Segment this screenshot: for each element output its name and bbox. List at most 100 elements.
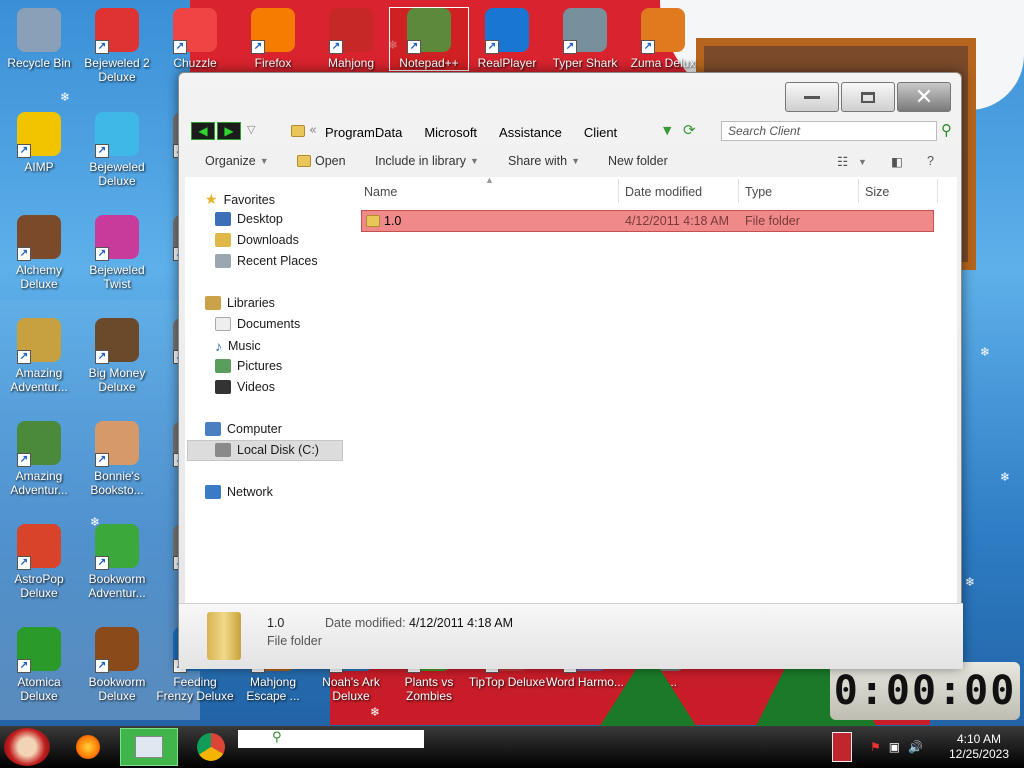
organize-button[interactable]: Organize ▼ (205, 154, 269, 168)
breadcrumb-programdata[interactable]: ProgramData (325, 125, 402, 140)
new-folder-button[interactable]: New folder (608, 154, 668, 168)
desktop-icon-chuzzle[interactable]: ↗ Chuzzle (156, 8, 234, 70)
explorer-icon (135, 736, 163, 758)
nav-favorites[interactable]: ★ Favorites (205, 191, 275, 208)
desktop-icon-recycle-bin[interactable]: Recycle Bin (0, 8, 78, 70)
column-name[interactable]: Name (364, 185, 397, 199)
desktop-icon-realplayer[interactable]: ↗ RealPlayer (468, 8, 546, 70)
sort-ascending-icon: ▲ (485, 175, 494, 185)
clock-widget-time: 0:00:00 (833, 668, 1017, 714)
system-tray: ⚑ ▣ 🔊 (870, 726, 940, 768)
breadcrumb-client[interactable]: Client (584, 125, 617, 140)
shortcut-arrow-icon: ↗ (17, 144, 31, 158)
search-input[interactable]: Search Client (721, 121, 937, 141)
taskbar-clock[interactable]: 4:10 AM 12/25/2023 (944, 726, 1014, 768)
desktop-icon-aimp[interactable]: ↗ AIMP (0, 112, 78, 174)
nav-documents-label: Documents (237, 317, 301, 331)
column-separator[interactable] (858, 179, 859, 203)
desktop-icon-firefox[interactable]: ↗ Firefox (234, 8, 312, 70)
minimize-icon (804, 95, 820, 99)
nav-desktop[interactable]: Desktop (215, 212, 283, 226)
desktop-icon-bonnies-bookstore[interactable]: ↗ Bonnie's Booksto... (78, 421, 156, 497)
organize-label: Organize (205, 154, 256, 168)
taskbar: ⚲ ⚑ ▣ 🔊 4:10 AM 12/25/2023 (0, 726, 1024, 768)
desktop-icon-bejeweled[interactable]: ↗ Bejeweled Deluxe (78, 112, 156, 188)
desktop-icon-bookworm-adventures[interactable]: ↗ Bookworm Adventur... (78, 524, 156, 600)
include-label: Include in library (375, 154, 467, 168)
network-tray-icon[interactable]: ▣ (889, 740, 900, 754)
breadcrumb-assistance[interactable]: Assistance (499, 125, 562, 140)
minimize-button[interactable] (785, 82, 839, 112)
taskbar-search-bar[interactable]: ⚲ (238, 730, 424, 748)
desktop-icon-amazing-adventures2[interactable]: ↗ Amazing Adventur... (0, 421, 78, 497)
nav-pictures[interactable]: Pictures (215, 359, 282, 373)
desktop-icon-atomica[interactable]: ↗ Atomica Deluxe (0, 627, 78, 703)
start-button[interactable] (4, 728, 50, 766)
column-date-modified[interactable]: Date modified (625, 185, 702, 199)
refresh-icon[interactable]: ⟳ (683, 121, 696, 139)
desktop-icon-amazing-adventures[interactable]: ↗ Amazing Adventur... (0, 318, 78, 394)
include-in-library-button[interactable]: Include in library ▼ (375, 154, 479, 168)
desktop-icon-typer-shark[interactable]: ↗ Typer Shark (546, 8, 624, 70)
nav-libraries[interactable]: Libraries (205, 296, 275, 310)
forward-button[interactable]: ▶ (217, 122, 241, 140)
desktop-icon-astropop[interactable]: ↗ AstroPop Deluxe (0, 524, 78, 600)
search-icon[interactable]: ⚲ (941, 121, 952, 139)
share-with-button[interactable]: Share with ▼ (508, 154, 580, 168)
desktop-icon-bejeweled2[interactable]: ↗ Bejeweled 2 Deluxe (78, 8, 156, 84)
flag-icon[interactable]: ⚑ (870, 740, 881, 754)
nav-downloads[interactable]: Downloads (215, 233, 299, 247)
column-separator[interactable] (618, 179, 619, 203)
desktop-icon-notepadpp[interactable]: ↗ Notepad++ (389, 7, 469, 71)
file-list: ▲ Name Date modified Type Size 1.0 4/12/… (361, 175, 957, 603)
breadcrumb-overflow-icon[interactable]: « (309, 123, 317, 138)
column-type[interactable]: Type (745, 185, 772, 199)
nav-music[interactable]: ♪ Music (215, 338, 261, 354)
shortcut-arrow-icon: ↗ (641, 40, 655, 54)
back-button[interactable]: ◀ (191, 122, 215, 140)
quicklaunch-firefox[interactable] (60, 728, 116, 766)
recent-pages-chevron-icon[interactable]: ▽ (247, 123, 255, 136)
nav-computer[interactable]: Computer (205, 422, 282, 436)
column-separator[interactable] (738, 179, 739, 203)
nav-recent-places[interactable]: Recent Places (215, 254, 318, 268)
shortcut-arrow-icon: ↗ (563, 40, 577, 54)
help-icon[interactable]: ? (927, 154, 934, 168)
preview-pane-icon[interactable]: ◧ (891, 154, 903, 169)
documents-icon (215, 317, 231, 331)
maximize-button[interactable] (841, 82, 895, 112)
search-placeholder: Search Client (728, 124, 801, 138)
folder-large-icon (207, 612, 241, 660)
firefox-icon: ↗ (251, 8, 295, 54)
tray-app-icon[interactable] (832, 732, 852, 762)
desktop-icon-label: Firefox (254, 56, 292, 70)
nav-network[interactable]: Network (205, 485, 273, 499)
desktop-icon-mahjong[interactable]: ↗ Mahjong (312, 8, 390, 70)
desktop-icon-big-money[interactable]: ↗ Big Money Deluxe (78, 318, 156, 394)
table-row[interactable]: 1.0 4/12/2011 4:18 AM File folder (361, 210, 934, 232)
taskbar-chrome[interactable] (184, 728, 238, 766)
desktop-icon-label: Bejeweled Deluxe (89, 160, 145, 188)
desktop-icon-bejeweled-twist[interactable]: ↗ Bejeweled Twist (78, 215, 156, 291)
desktop-icon-bookworm[interactable]: ↗ Bookworm Deluxe (78, 627, 156, 703)
desktop-icon-zuma[interactable]: ↗ Zuma Delux (624, 8, 702, 70)
bejeweled-icon: ↗ (95, 112, 139, 158)
column-size[interactable]: Size (865, 185, 889, 199)
view-options-icon[interactable]: ☷ (837, 154, 848, 169)
column-separator[interactable] (937, 179, 938, 203)
details-type: File folder (267, 634, 322, 648)
desktop-icon-alchemy[interactable]: ↗ Alchemy Deluxe (0, 215, 78, 291)
address-dropdown-icon[interactable]: ▼ (663, 124, 671, 137)
network-icon (205, 485, 221, 499)
taskbar-explorer[interactable] (120, 728, 178, 766)
nav-documents[interactable]: Documents (215, 317, 300, 331)
volume-icon[interactable]: 🔊 (908, 740, 923, 754)
close-button[interactable]: ✕ (897, 82, 951, 112)
breadcrumb-microsoft[interactable]: Microsoft (424, 125, 477, 140)
explorer-window[interactable]: ✕ ◀ ▶ ▽ « ProgramData Microsoft Assistan… (178, 72, 963, 669)
disk-drive-icon (215, 443, 231, 457)
open-button[interactable]: Open (297, 154, 346, 168)
view-chevron-down-icon[interactable]: ▼ (858, 157, 867, 167)
nav-videos[interactable]: Videos (215, 380, 275, 394)
nav-local-disk[interactable]: Local Disk (C:) (215, 443, 319, 457)
